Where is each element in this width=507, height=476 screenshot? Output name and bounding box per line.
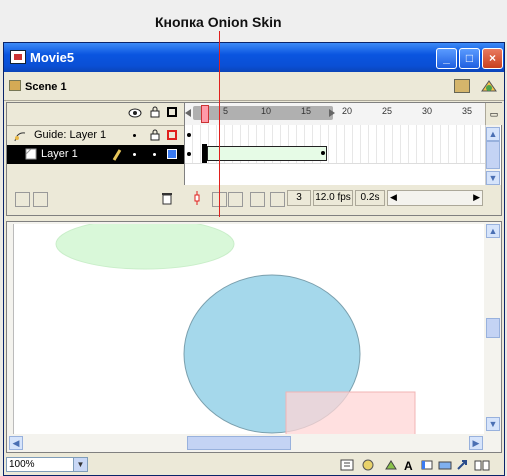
actions-icon[interactable]: [456, 459, 470, 471]
pink-rectangle: [285, 391, 416, 434]
keyframe-dot[interactable]: [187, 152, 191, 156]
movie-explorer-icon[interactable]: [438, 459, 452, 471]
frame-rate-field: 12.0 fps: [313, 190, 353, 206]
visibility-dot[interactable]: [133, 134, 136, 137]
timeline-vscrollbar[interactable]: ▲ ▼: [485, 125, 500, 185]
scroll-thumb[interactable]: [486, 318, 500, 338]
ruler-tick: 5: [223, 106, 229, 116]
layer-icon: [25, 148, 37, 160]
stage-shapes: [55, 224, 416, 434]
annotation-pointer-line: [219, 31, 220, 217]
zoom-select[interactable]: 100% ▼: [6, 457, 88, 472]
tween-span[interactable]: [207, 146, 327, 161]
character-icon[interactable]: A: [404, 459, 418, 473]
visibility-dot[interactable]: [133, 153, 136, 156]
scroll-up-icon[interactable]: ▲: [486, 224, 500, 238]
chevron-down-icon[interactable]: ▼: [73, 458, 87, 471]
modify-onion-markers-button[interactable]: [270, 192, 285, 207]
guide-layer-icon: [13, 130, 26, 142]
outline-color-icon[interactable]: [167, 130, 177, 140]
outline-icon[interactable]: [167, 107, 177, 117]
edit-symbols-icon[interactable]: [480, 79, 498, 93]
scene-bar: Scene 1: [4, 72, 504, 101]
center-frame-icon[interactable]: [192, 191, 202, 205]
keyframe-dot[interactable]: [187, 133, 191, 137]
layer-name: Guide: Layer 1: [34, 129, 107, 141]
lock-icon[interactable]: [150, 129, 160, 141]
scroll-thumb[interactable]: [187, 436, 291, 450]
paragraph-icon[interactable]: [420, 459, 434, 471]
current-frame-field: 3: [287, 190, 311, 206]
trash-icon[interactable]: [161, 192, 173, 205]
stage-hscrollbar[interactable]: ◀ ▶: [7, 434, 485, 452]
eye-icon[interactable]: [128, 108, 142, 118]
frame-ruler[interactable]: 5 10 15 20 25 30 35: [185, 103, 485, 126]
stage-area: ▲ ▼ ◀ ▶: [6, 221, 502, 453]
frame-view-menu-icon[interactable]: ▭: [485, 103, 502, 125]
scene-icon: [9, 80, 21, 91]
scene-label: Scene 1: [25, 81, 67, 93]
close-button[interactable]: ×: [482, 48, 503, 69]
ruler-tick: 15: [301, 106, 312, 116]
movie-window: Movie5 _ □ × Scene 1 Guide: Layer 1 Laye…: [3, 42, 505, 476]
status-bar: 100% ▼ A: [4, 455, 504, 475]
ruler-tick: 30: [422, 106, 433, 116]
onion-skin-outlines-button[interactable]: [228, 192, 243, 207]
scroll-left-icon[interactable]: ◀: [9, 436, 23, 450]
layer-row-layer1[interactable]: Layer 1: [7, 145, 184, 164]
playhead[interactable]: [201, 105, 209, 123]
elapsed-time-field: 0.2s: [355, 190, 385, 206]
ruler-tick: 25: [382, 106, 393, 116]
library-icon[interactable]: [474, 459, 490, 471]
scroll-thumb[interactable]: [486, 141, 500, 169]
stage-vscrollbar[interactable]: ▲ ▼: [485, 222, 501, 434]
ruler-tick: 20: [342, 106, 353, 116]
scroll-right-icon[interactable]: ▶: [473, 192, 480, 203]
pencil-icon: [112, 148, 122, 161]
title-bar[interactable]: Movie5 _ □ ×: [4, 43, 504, 72]
scroll-down-icon[interactable]: ▼: [486, 171, 500, 185]
layer-header: [7, 103, 184, 126]
window-title: Movie5: [30, 50, 75, 65]
minimize-button[interactable]: _: [436, 48, 457, 69]
layer-name: Layer 1: [41, 148, 78, 160]
info-panel-icon[interactable]: [340, 459, 354, 471]
edit-multiple-frames-button[interactable]: [250, 192, 265, 207]
onion-start-marker[interactable]: [185, 109, 191, 117]
lock-dot[interactable]: [153, 153, 156, 156]
layer-row-guide[interactable]: Guide: Layer 1: [7, 126, 184, 145]
frames-area[interactable]: 5 10 15 20 25 30 35 ▭ ▲ ▼: [185, 103, 502, 185]
annotation-label: Кнопка Onion Skin: [155, 14, 282, 30]
movie-icon: [10, 50, 26, 64]
end-keyframe-dot[interactable]: [321, 151, 325, 155]
maximize-button[interactable]: □: [459, 48, 480, 69]
fill-icon[interactable]: [384, 459, 398, 471]
ruler-tick: 10: [261, 106, 272, 116]
green-ellipse: [55, 224, 235, 270]
scroll-left-icon[interactable]: ◀: [390, 192, 397, 203]
scroll-down-icon[interactable]: ▼: [486, 417, 500, 431]
stage-canvas[interactable]: [13, 224, 484, 434]
scroll-right-icon[interactable]: ▶: [469, 436, 483, 450]
timeline-toolbar: 3 12.0 fps 0.2s ◀ ▶: [7, 185, 501, 215]
outline-color-icon[interactable]: [167, 149, 177, 159]
edit-scene-icon[interactable]: [454, 79, 470, 93]
ruler-tick: 35: [462, 106, 473, 116]
timeline-hscrollbar[interactable]: ◀ ▶: [387, 190, 483, 206]
timeline-panel: Guide: Layer 1 Layer 1 5 10 15 20 25 30 …: [6, 102, 502, 216]
add-layer-icon[interactable]: [15, 192, 30, 207]
lock-icon[interactable]: [150, 106, 160, 118]
frame-row-guide[interactable]: [185, 125, 485, 145]
mixer-icon[interactable]: [360, 459, 374, 471]
scroll-up-icon[interactable]: ▲: [486, 127, 500, 141]
zoom-value: 100%: [9, 459, 35, 470]
add-guide-layer-icon[interactable]: [33, 192, 48, 207]
